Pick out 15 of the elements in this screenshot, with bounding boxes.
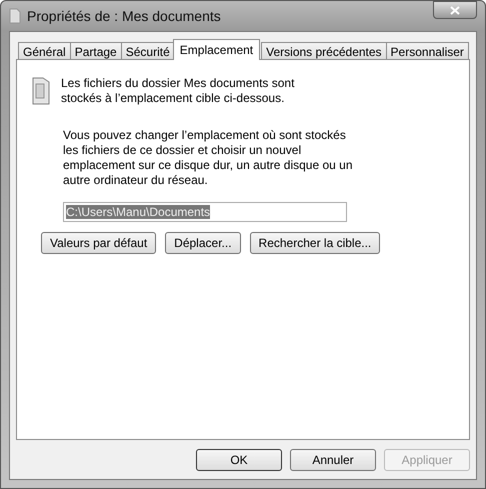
tab[interactable]: Sécurité bbox=[120, 42, 175, 60]
window-title: Propriétés de : Mes documents bbox=[27, 8, 221, 24]
dialog-button[interactable]: Annuler bbox=[290, 449, 376, 471]
location-button[interactable]: Valeurs par défaut bbox=[41, 232, 156, 254]
tab[interactable]: Personnaliser bbox=[386, 42, 469, 60]
dialog-button[interactable]: OK bbox=[196, 449, 282, 471]
path-field[interactable]: C:\Users\Manu\Documents bbox=[63, 202, 347, 222]
info-text: Les fichiers du dossier Mes documents sont stockés à l’emplacement cible ci-dessous. bbox=[61, 76, 296, 106]
location-button[interactable]: Rechercher la cible... bbox=[250, 232, 380, 254]
location-button[interactable]: Déplacer... bbox=[165, 232, 241, 254]
tab[interactable]: Versions précédentes bbox=[261, 42, 387, 60]
tab[interactable]: Partage bbox=[70, 42, 122, 60]
tab[interactable]: Général bbox=[18, 42, 71, 60]
tab[interactable]: Emplacement bbox=[172, 39, 260, 60]
description-text: Vous pouvez changer l’emplacement où sont stockés les fichiers de ce dossier et choisir un nouvel emplacement sur ce disque dur, un autre disque ou un autre ordinateur du réseau. bbox=[63, 128, 353, 188]
